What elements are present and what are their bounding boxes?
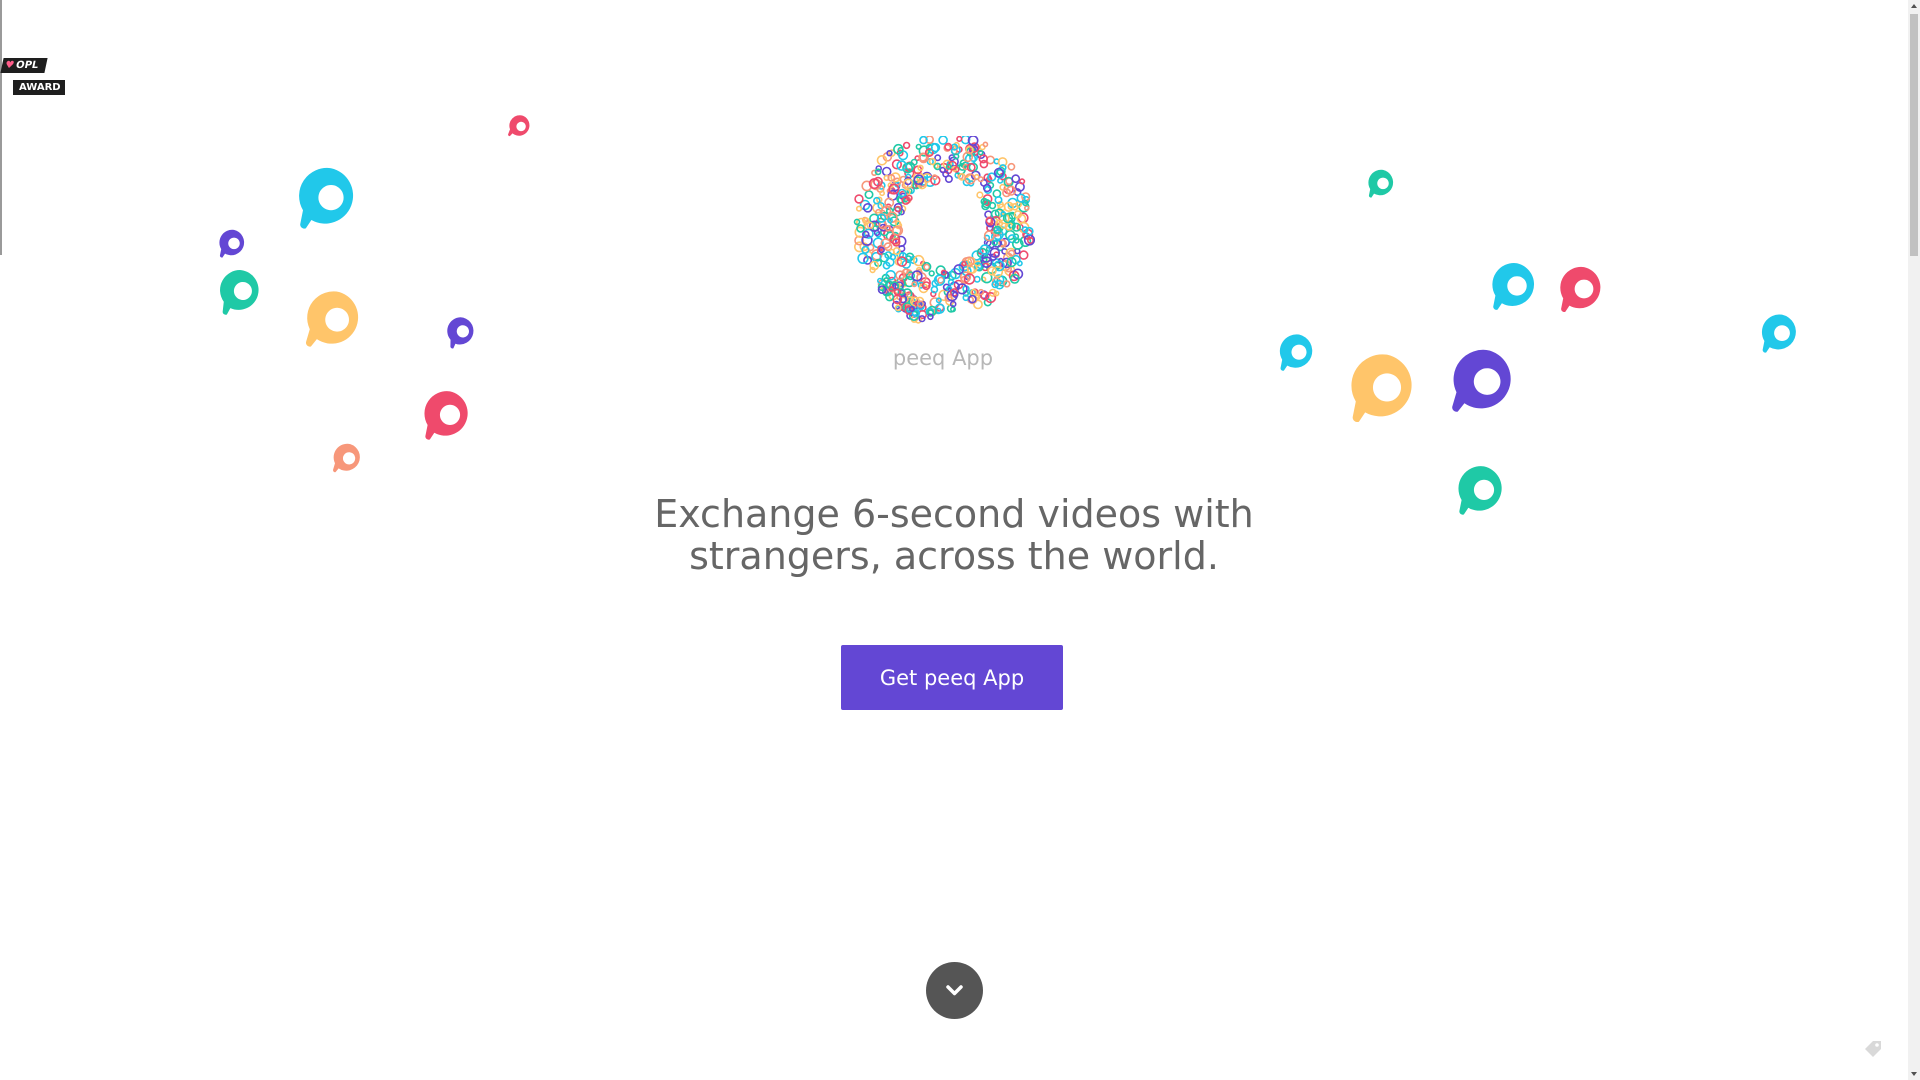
scroll-down-arrow-icon[interactable]	[1908, 1068, 1920, 1080]
get-app-button[interactable]: Get peeq App	[841, 645, 1063, 710]
app-name: peeq App	[892, 346, 994, 370]
opl-award-badge[interactable]: ♥OPL AWARD	[0, 58, 68, 98]
headline: Exchange 6-second videos with strangers,…	[0, 493, 1908, 577]
peeq-mark-icon	[219, 229, 245, 258]
tag-icon[interactable]	[1862, 1038, 1884, 1060]
heart-icon: ♥	[3, 60, 16, 71]
peeq-mark-icon	[508, 115, 530, 137]
award-line-1-text: OPL	[14, 60, 40, 71]
scroll-down-button[interactable]	[926, 962, 983, 1019]
peeq-mark-icon	[1368, 169, 1394, 198]
chevron-down-icon	[946, 985, 963, 996]
peeq-mark-icon	[1560, 266, 1601, 313]
peeq-mark-icon	[424, 391, 468, 440]
scrollbar-thumb[interactable]	[1910, 14, 1918, 256]
peeq-mark-icon	[333, 443, 360, 473]
peeq-mark-icon	[299, 167, 354, 229]
left-edge-divider	[0, 0, 2, 255]
headline-line-1: Exchange 6-second videos with	[654, 492, 1254, 536]
award-line-2: AWARD	[13, 80, 65, 95]
award-line-1: ♥OPL	[0, 58, 48, 73]
headline-line-2: strangers, across the world.	[689, 534, 1219, 578]
peeq-mark-icon	[1492, 263, 1535, 310]
peeq-mark-icon	[220, 270, 259, 315]
page: ♥OPL AWARD peeq App Exchange 6-second vi…	[0, 0, 1908, 1080]
scroll-up-arrow-icon[interactable]	[1908, 0, 1920, 12]
peeq-logo-icon	[853, 136, 1035, 324]
vertical-scrollbar[interactable]	[1908, 0, 1920, 1080]
